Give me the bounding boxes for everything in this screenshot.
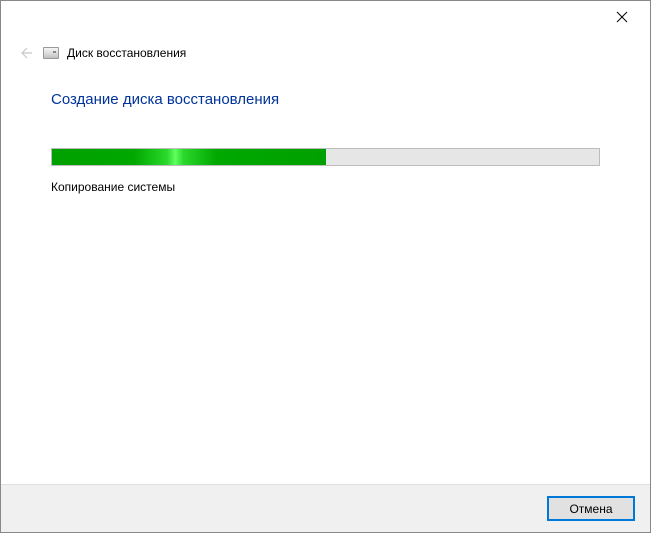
window-title: Диск восстановления xyxy=(67,46,186,60)
content-area: Создание диска восстановления Копировани… xyxy=(1,63,650,194)
close-button[interactable] xyxy=(602,5,642,29)
status-text: Копирование системы xyxy=(51,180,600,194)
footer: Отмена xyxy=(1,484,650,532)
header: Диск восстановления xyxy=(1,33,650,63)
close-icon xyxy=(616,11,628,23)
arrow-left-icon xyxy=(17,45,33,61)
cancel-button[interactable]: Отмена xyxy=(548,497,634,520)
progress-fill xyxy=(52,149,326,165)
back-button xyxy=(15,43,35,63)
drive-icon xyxy=(43,47,59,59)
progress-bar xyxy=(51,148,600,166)
page-heading: Создание диска восстановления xyxy=(51,91,600,108)
